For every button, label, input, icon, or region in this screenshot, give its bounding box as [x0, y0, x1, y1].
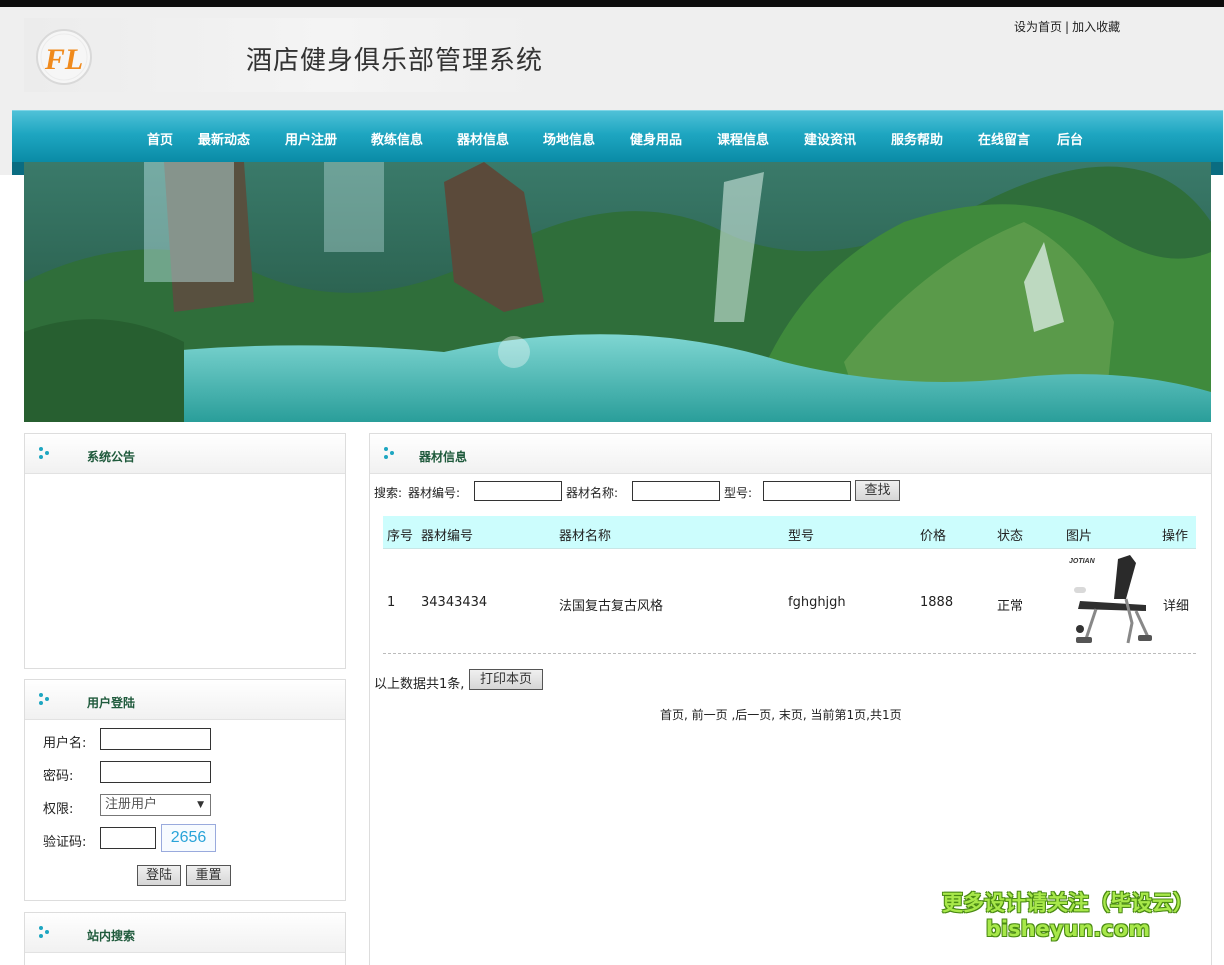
- cell-code: 34343434: [421, 595, 488, 610]
- bullet-dots-icon: [39, 693, 49, 705]
- bullet-dots-icon: [39, 447, 49, 459]
- th-image: 图片: [1066, 529, 1093, 544]
- th-index: 序号: [387, 529, 414, 544]
- main-nav: 首页 最新动态 用户注册 教练信息 器材信息 场地信息 健身用品 课程信息 建设…: [12, 110, 1223, 162]
- nav-item-construction[interactable]: 建设资讯: [804, 129, 856, 148]
- set-home-link[interactable]: 设为首页: [1014, 20, 1062, 34]
- site-search-panel: 站内搜索: [24, 912, 346, 965]
- data-summary: 以上数据共1条,: [374, 677, 465, 692]
- th-code: 器材编号: [421, 529, 474, 544]
- detail-link[interactable]: 详细: [1163, 595, 1189, 614]
- nav-fold-left: [12, 162, 24, 175]
- search-model-input[interactable]: [763, 481, 851, 501]
- search-model-label: 型号:: [724, 486, 753, 500]
- th-model: 型号: [788, 529, 815, 544]
- nav-item-home[interactable]: 首页: [147, 129, 173, 148]
- captcha-image[interactable]: 2656: [161, 824, 216, 852]
- banner-image: [24, 162, 1211, 422]
- top-links: 设为首页 | 加入收藏: [1014, 18, 1120, 35]
- password-input[interactable]: [100, 761, 211, 783]
- print-button[interactable]: 打印本页: [469, 669, 543, 690]
- search-button[interactable]: 查找: [855, 480, 900, 501]
- site-logo-icon: FL: [36, 29, 92, 85]
- username-label: 用户名:: [43, 736, 87, 751]
- captcha-input[interactable]: [100, 827, 156, 849]
- nav-item-courses[interactable]: 课程信息: [717, 129, 769, 148]
- th-action: 操作: [1162, 529, 1189, 544]
- nav-item-coaches[interactable]: 教练信息: [371, 129, 423, 148]
- captcha-label: 验证码:: [43, 835, 87, 850]
- nav-item-supplies[interactable]: 健身用品: [630, 129, 682, 148]
- th-status: 状态: [997, 529, 1024, 544]
- cell-name: 法国复古复古风格: [559, 599, 664, 614]
- bullet-dots-icon: [384, 447, 394, 459]
- top-links-separator: |: [1065, 20, 1070, 34]
- equipment-thumbnail[interactable]: JOTIAN: [1066, 553, 1154, 649]
- nav-item-register[interactable]: 用户注册: [285, 129, 337, 148]
- login-panel-header: 用户登陆: [25, 680, 345, 720]
- nav-item-equipment[interactable]: 器材信息: [457, 129, 509, 148]
- search-code-input[interactable]: [474, 481, 562, 501]
- notice-panel: 系统公告: [24, 433, 346, 669]
- login-panel: 用户登陆: [24, 679, 346, 901]
- watermark-line2: bisheyun.com: [985, 917, 1151, 941]
- search-prefix: 搜索:: [374, 486, 403, 500]
- th-price: 价格: [920, 529, 947, 544]
- site-search-panel-header: 站内搜索: [25, 913, 345, 953]
- equipment-panel-header: 器材信息: [370, 434, 1211, 474]
- thumbnail-brand-text: JOTIAN: [1069, 558, 1096, 565]
- cell-model: fghghjgh: [788, 595, 846, 610]
- site-title: 酒店健身俱乐部管理系统: [246, 46, 544, 76]
- table-header-row: 序号 器材编号 器材名称 型号 价格 状态 图片 操作: [383, 516, 1196, 549]
- nav-item-messages[interactable]: 在线留言: [978, 129, 1030, 148]
- login-title: 用户登陆: [87, 696, 136, 710]
- equipment-panel: 器材信息: [369, 433, 1212, 965]
- watermark-line1: 更多设计请关注（毕设云）: [942, 891, 1194, 915]
- reset-button[interactable]: 重置: [186, 865, 231, 886]
- watermark: 更多设计请关注（毕设云） bisheyun.com: [942, 890, 1194, 942]
- notice-title: 系统公告: [87, 450, 136, 464]
- logo-text: FL: [44, 43, 83, 76]
- site-search-title: 站内搜索: [87, 929, 136, 943]
- nav-item-venues[interactable]: 场地信息: [543, 129, 595, 148]
- search-code-label: 器材编号:: [408, 486, 461, 500]
- cell-status: 正常: [997, 599, 1024, 614]
- top-black-bar: [0, 0, 1224, 7]
- login-button[interactable]: 登陆: [137, 865, 181, 886]
- bullet-dots-icon: [39, 926, 49, 938]
- th-name: 器材名称: [559, 529, 612, 544]
- notice-panel-header: 系统公告: [25, 434, 345, 474]
- nav-item-admin[interactable]: 后台: [1057, 129, 1083, 148]
- cell-price: 1888: [920, 595, 954, 610]
- password-label: 密码:: [43, 769, 74, 784]
- nav-fold-right: [1211, 162, 1223, 175]
- equipment-title: 器材信息: [419, 450, 468, 464]
- role-label: 权限:: [43, 802, 74, 817]
- row-divider: [383, 653, 1196, 654]
- pagination[interactable]: 首页, 前一页 ,后一页, 末页, 当前第1页,共1页: [660, 706, 902, 723]
- nav-item-news[interactable]: 最新动态: [198, 129, 250, 148]
- triangle-down-icon: ▼: [197, 800, 204, 810]
- nav-item-help[interactable]: 服务帮助: [891, 129, 943, 148]
- search-name-input[interactable]: [632, 481, 720, 501]
- add-favorite-link[interactable]: 加入收藏: [1072, 20, 1120, 34]
- search-name-label: 器材名称:: [566, 486, 619, 500]
- role-select[interactable]: 注册用户 ▼: [100, 794, 211, 816]
- cell-index: 1: [387, 595, 396, 610]
- role-select-value: 注册用户: [105, 797, 158, 812]
- username-input[interactable]: [100, 728, 211, 750]
